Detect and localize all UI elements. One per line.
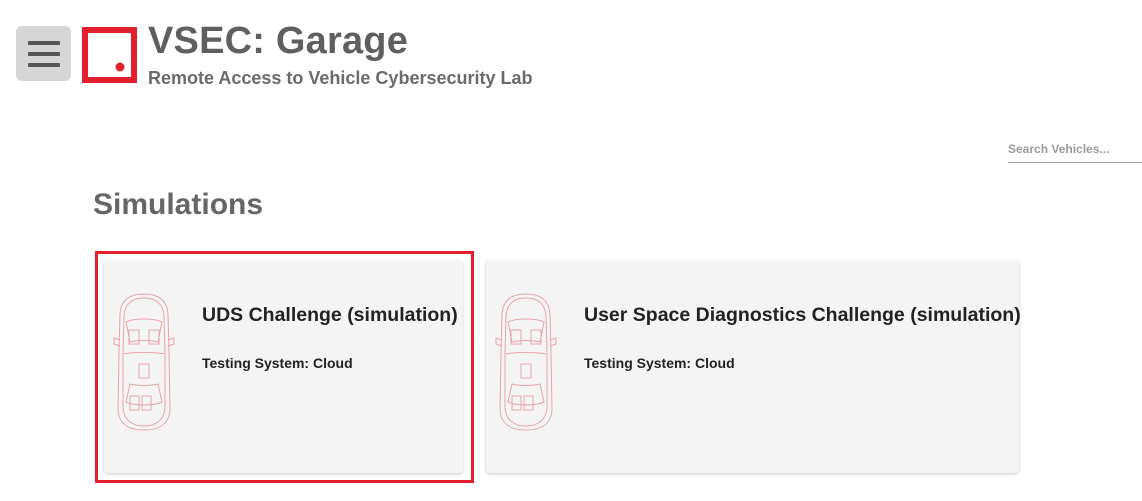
vehicle-card-user-space-diagnostics[interactable]: User Space Diagnostics Challenge (simula… xyxy=(486,260,1021,473)
menu-button[interactable] xyxy=(16,26,71,81)
car-outline-icon xyxy=(495,293,557,431)
card-testing-system: Testing System: Cloud xyxy=(202,355,353,371)
vsec-logo xyxy=(82,27,137,83)
card-title: User Space Diagnostics Challenge (simula… xyxy=(584,304,1021,326)
app-title: VSEC: Garage xyxy=(148,20,409,62)
search-vehicles-input[interactable] xyxy=(1008,136,1142,163)
section-title: Simulations xyxy=(93,188,264,221)
card-testing-system: Testing System: Cloud xyxy=(584,355,735,371)
card-title: UDS Challenge (simulation) xyxy=(202,304,458,326)
vehicle-card-uds-challenge[interactable]: UDS Challenge (simulation) Testing Syste… xyxy=(104,260,463,473)
hamburger-menu-icon xyxy=(27,40,60,67)
car-outline-icon xyxy=(113,293,175,431)
page: VSEC: Garage Remote Access to Vehicle Cy… xyxy=(0,0,1142,501)
app-subtitle: Remote Access to Vehicle Cybersecurity L… xyxy=(148,68,533,88)
